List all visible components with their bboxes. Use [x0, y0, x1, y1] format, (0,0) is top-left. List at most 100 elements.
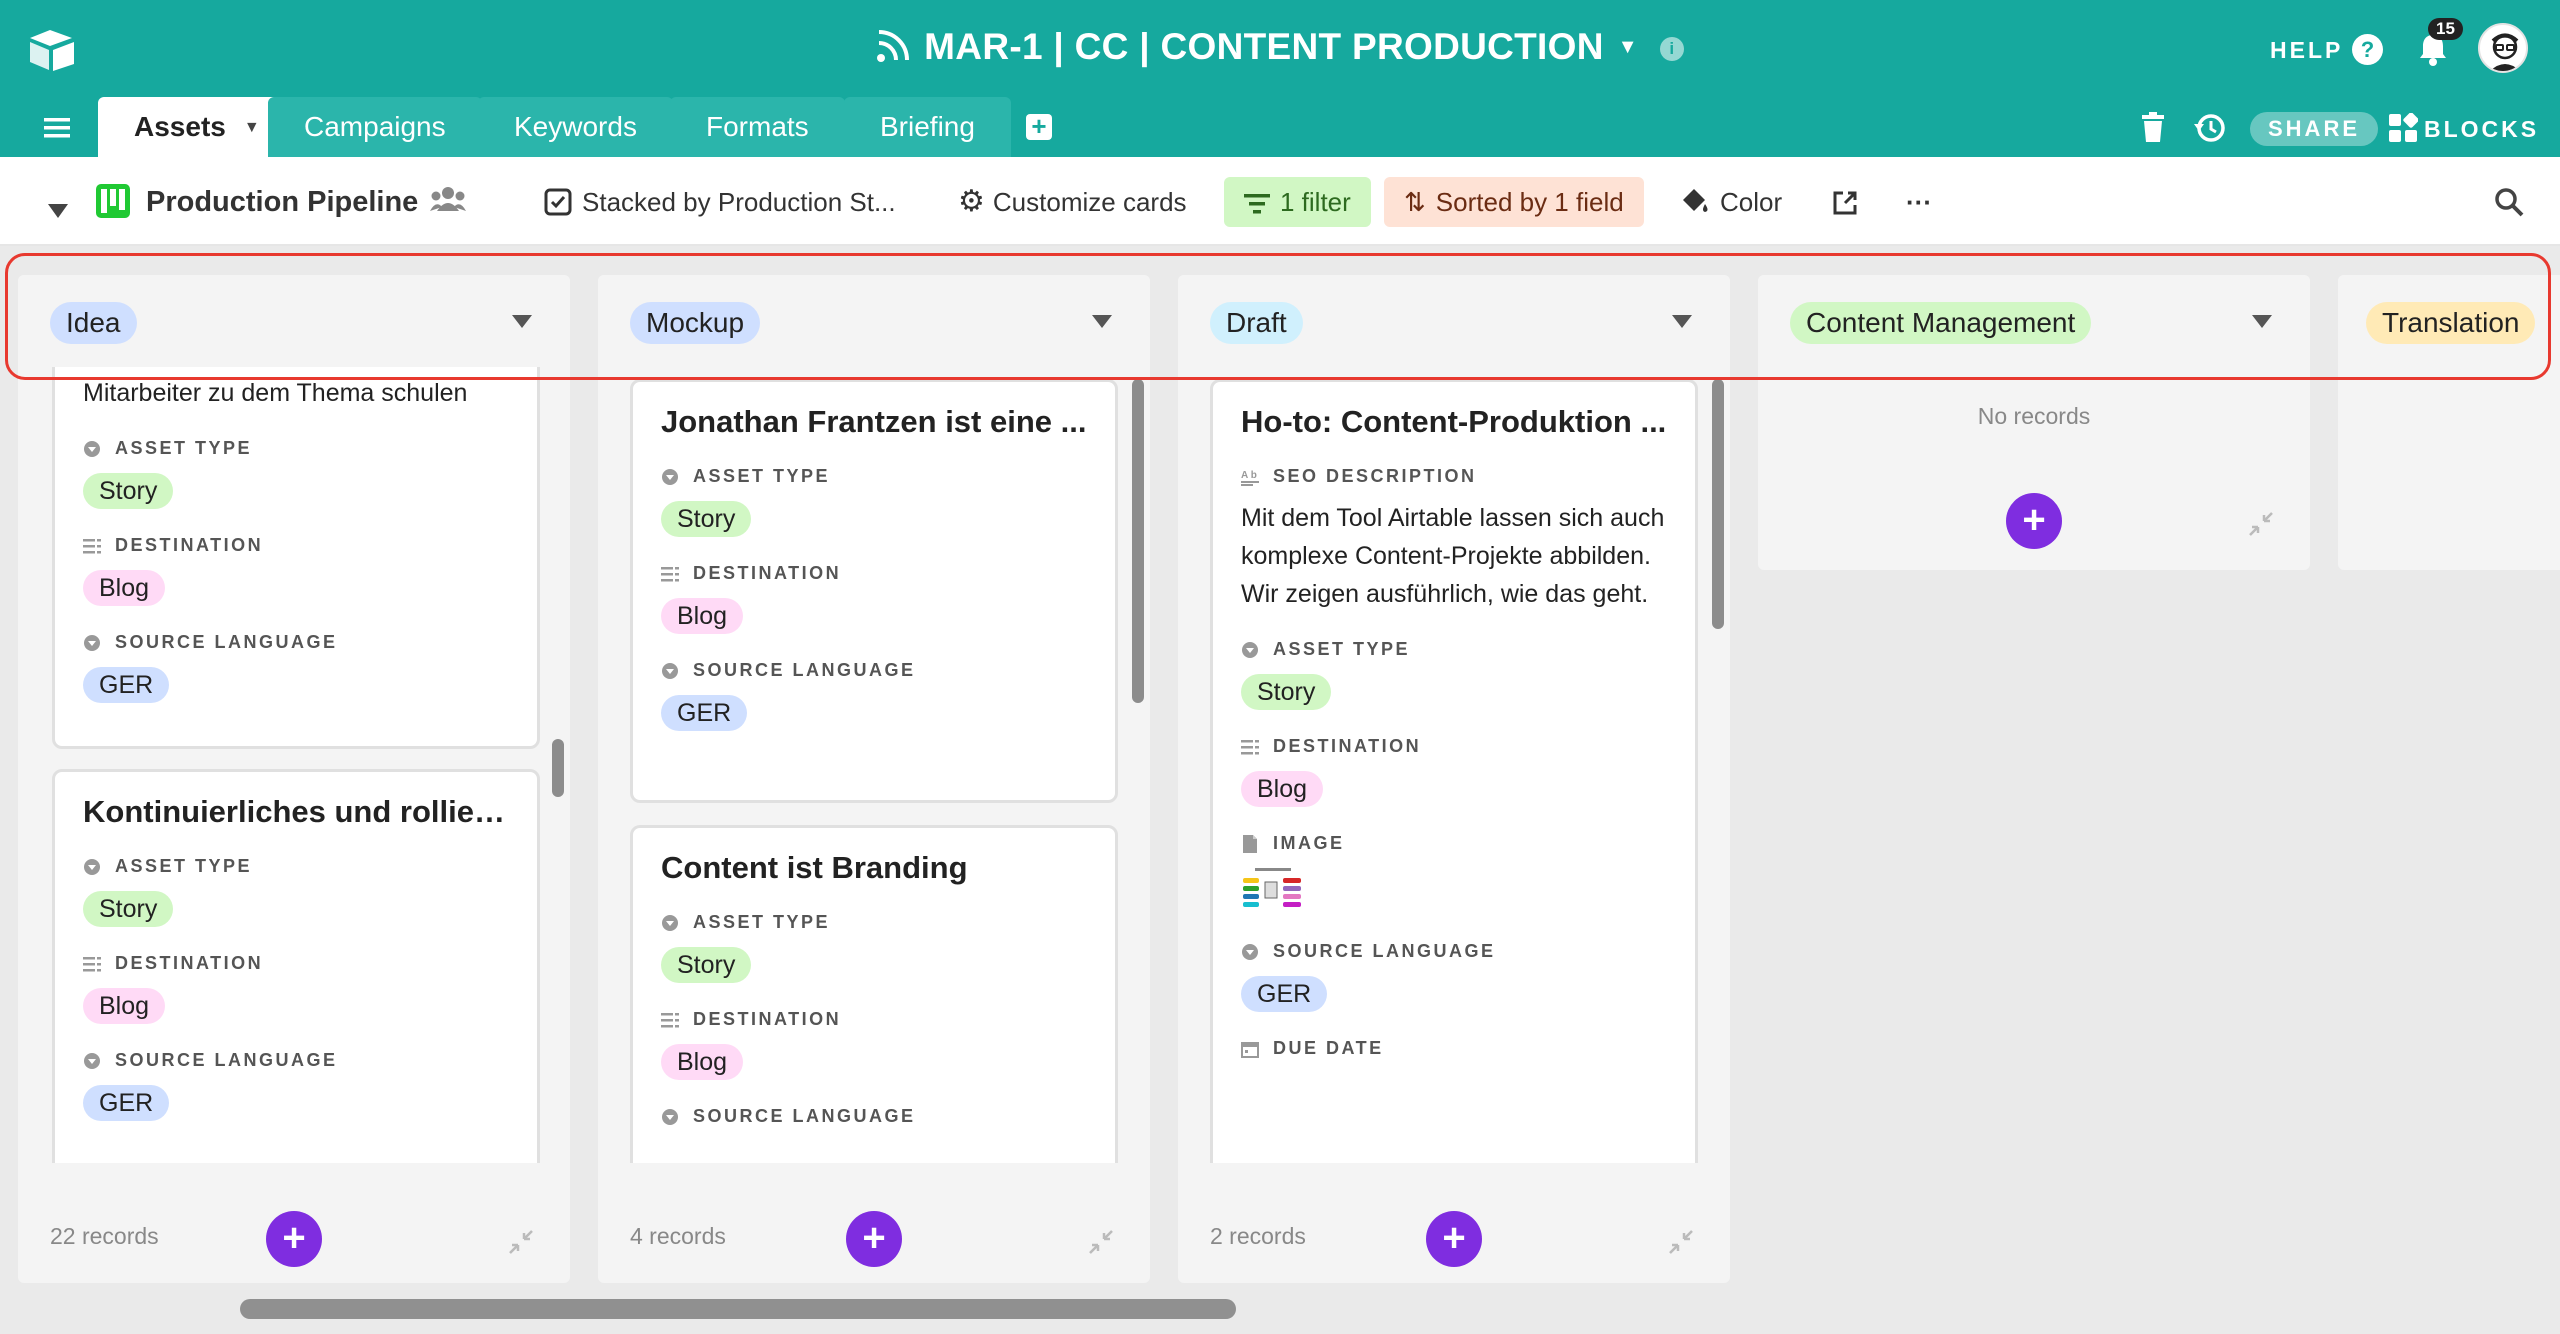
- cards-viewport[interactable]: Jonathan Frantzen ist eine ... ASSET TYP…: [630, 367, 1124, 1163]
- filter-button[interactable]: 1 filter: [1224, 177, 1371, 227]
- chevron-down-icon[interactable]: ▼: [244, 119, 260, 136]
- record-card[interactable]: Content ist Branding ASSET TYPE Story DE…: [630, 825, 1118, 1163]
- blocks-button[interactable]: BLOCKS: [2424, 116, 2539, 143]
- card-title: Kontinuierliches und rolliere...: [83, 794, 509, 829]
- record-card[interactable]: Kontinuierliches und rolliere... ASSET T…: [52, 769, 540, 1163]
- more-options-icon[interactable]: ···: [1906, 177, 1932, 227]
- view-toolbar: Production Pipeline Stacked by Productio…: [0, 157, 2560, 246]
- tab-keywords[interactable]: Keywords: [478, 97, 673, 157]
- asset-type-tag: Story: [661, 947, 752, 983]
- stack-draft: Draft Ho-to: Content-Produktion ... Ab SE…: [1178, 275, 1730, 1283]
- stack-body: Ho-to: Content-Produktion ... Ab SEO DESC…: [1178, 367, 1730, 1283]
- image-thumbnail[interactable]: [1241, 866, 1667, 915]
- collapse-icon[interactable]: [508, 1229, 534, 1255]
- info-icon[interactable]: i: [1659, 37, 1684, 61]
- add-record-button[interactable]: +: [1426, 1211, 1482, 1267]
- card-title: Ho-to: Content-Produktion ...: [1241, 404, 1667, 439]
- field-label: DESTINATION: [661, 563, 1087, 584]
- single-select-icon: [84, 634, 100, 651]
- field-label: SOURCE LANGUAGE: [661, 1106, 1087, 1127]
- no-records-text: No records: [1977, 403, 2091, 429]
- stacked-by-button[interactable]: Stacked by Production St...: [544, 177, 896, 227]
- single-select-icon: [662, 1108, 678, 1125]
- stack-header: Content Management: [1758, 275, 2310, 367]
- cards-viewport[interactable]: Ho-to: Content-Produktion ... Ab SEO DESC…: [1210, 367, 1704, 1163]
- field-label: DESTINATION: [1241, 736, 1667, 757]
- record-count: 4 records: [630, 1223, 726, 1249]
- seo-description-text: Mit dem Tool Airtable lassen sich auch k…: [1241, 504, 1665, 608]
- chevron-down-icon[interactable]: [2252, 315, 2272, 328]
- chevron-down-icon[interactable]: [1092, 315, 1112, 328]
- vertical-scrollbar[interactable]: [552, 739, 564, 797]
- tab-briefing[interactable]: Briefing: [844, 97, 1011, 157]
- field-label: DESTINATION: [83, 953, 509, 974]
- tab-campaigns[interactable]: Campaigns: [268, 97, 482, 157]
- blocks-icon[interactable]: [2388, 113, 2418, 143]
- hamburger-menu-icon[interactable]: [44, 117, 70, 139]
- add-record-button[interactable]: +: [266, 1211, 322, 1267]
- record-card[interactable]: Jonathan Frantzen ist eine ... ASSET TYP…: [630, 379, 1118, 803]
- paint-bucket-icon: [1683, 189, 1708, 212]
- chevron-down-icon[interactable]: [1672, 315, 1692, 328]
- field-label: DESTINATION: [83, 535, 509, 556]
- help-label[interactable]: HELP: [2270, 37, 2343, 64]
- record-card[interactable]: Ho-to: Content-Produktion ... Ab SEO DESC…: [1210, 379, 1698, 1163]
- sort-arrows-icon: ⇅: [1404, 187, 1426, 217]
- attachment-icon: [1243, 834, 1257, 853]
- filter-label: 1 filter: [1280, 187, 1351, 217]
- view-name[interactable]: Production Pipeline: [146, 177, 418, 227]
- horizontal-scrollbar[interactable]: [240, 1299, 1236, 1319]
- view-switcher-caret-icon[interactable]: [48, 194, 68, 244]
- stage-pill: Mockup: [630, 302, 761, 344]
- destination-tag: Blog: [83, 988, 166, 1024]
- search-icon[interactable]: [2494, 187, 2524, 237]
- history-icon[interactable]: [2194, 112, 2226, 144]
- single-select-icon: [84, 1052, 100, 1069]
- trash-icon[interactable]: [2142, 112, 2164, 142]
- chevron-down-icon[interactable]: [512, 315, 532, 328]
- customize-cards-button[interactable]: ⚙ Customize cards: [958, 177, 1187, 227]
- rss-icon: [877, 30, 910, 62]
- card-title: Content ist Branding: [661, 850, 968, 885]
- color-button[interactable]: Color: [1680, 177, 1782, 227]
- checkbox-icon: [544, 188, 572, 216]
- stack-footer: 4 records +: [598, 1193, 1150, 1283]
- destination-tag: Blog: [661, 598, 744, 634]
- source-language-tag: GER: [83, 667, 170, 703]
- record-card[interactable]: Mitarbeiter zu dem Thema schulen ASSET T…: [52, 367, 540, 749]
- add-record-button[interactable]: +: [2006, 493, 2062, 549]
- add-record-button[interactable]: +: [846, 1211, 902, 1267]
- field-label: SOURCE LANGUAGE: [83, 1050, 509, 1071]
- field-label: ASSET TYPE: [83, 856, 509, 877]
- collapse-icon[interactable]: [1668, 1229, 1694, 1255]
- stack-header: Idea: [18, 275, 570, 367]
- stack-idea: Idea Mitarbeiter zu dem Thema schulen AS…: [18, 275, 570, 1283]
- vertical-scrollbar[interactable]: [1132, 379, 1144, 703]
- chevron-down-icon[interactable]: ▼: [1618, 36, 1638, 58]
- tab-assets[interactable]: Assets ▼: [98, 97, 296, 157]
- base-title[interactable]: MAR-1 | CC | CONTENT PRODUCTION ▼ i: [0, 26, 2560, 68]
- cards-viewport[interactable]: Mitarbeiter zu dem Thema schulen ASSET T…: [52, 367, 546, 1163]
- multi-select-icon: [1241, 739, 1259, 754]
- destination-tag: Blog: [1241, 771, 1324, 807]
- sort-button[interactable]: ⇅ Sorted by 1 field: [1384, 177, 1644, 227]
- collaborators-icon[interactable]: [430, 185, 466, 235]
- share-view-icon[interactable]: [1832, 190, 1858, 240]
- add-table-icon[interactable]: +: [1026, 113, 1052, 140]
- vertical-scrollbar[interactable]: [1712, 379, 1724, 629]
- share-button[interactable]: SHARE: [2250, 112, 2379, 146]
- multi-select-icon: [83, 956, 101, 971]
- collapse-icon[interactable]: [1088, 1229, 1114, 1255]
- base-title-text: MAR-1 | CC | CONTENT PRODUCTION: [924, 26, 1604, 67]
- stage-pill: Idea: [50, 302, 137, 344]
- field-label: SOURCE LANGUAGE: [661, 660, 1087, 681]
- kanban-board: Idea Mitarbeiter zu dem Thema schulen AS…: [0, 246, 2560, 1334]
- collapse-icon[interactable]: [2248, 511, 2274, 537]
- stacked-by-label: Stacked by Production St...: [582, 187, 896, 217]
- source-language-tag: GER: [1241, 976, 1328, 1012]
- stage-pill: Draft: [1210, 302, 1303, 344]
- stack-translation: Translation: [2338, 275, 2560, 570]
- avatar[interactable]: [2478, 23, 2528, 73]
- tab-formats[interactable]: Formats: [670, 97, 845, 157]
- help-icon[interactable]: ?: [2352, 34, 2383, 65]
